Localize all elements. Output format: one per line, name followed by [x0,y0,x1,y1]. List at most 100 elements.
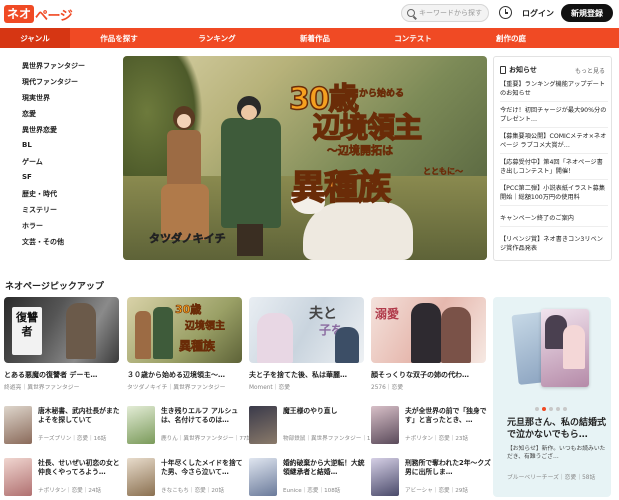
list-item[interactable]: 唐木秘書、武内社長がまたよそを探していて チーズプリン｜恋愛｜16話 [4,406,122,446]
carousel-dots[interactable] [535,407,567,411]
news-item[interactable]: 【重要】ランキング機能アップデートのお知らせ [500,80,608,102]
genre-item[interactable]: 現実世界 [22,93,50,103]
promo-cover [511,309,593,389]
list-title: 十年尽くしたメイドを捨てた男、今さら泣いて… [161,459,243,476]
genre-item[interactable]: 恋愛 [22,109,36,119]
header: ネオ ページ キーワードから探す ログイン 新規登録 [0,0,619,28]
list-thumb [371,406,399,444]
pickup-cover: 夫と 子を [249,297,364,363]
news-panel: お知らせ もっと見る 【重要】ランキング機能アップデートのお知らせ 今だけ！初回… [493,56,612,261]
banner-title-kara: から始める [359,89,405,100]
news-icon [500,66,506,74]
history-icon[interactable] [499,6,512,19]
nav-creation-garden[interactable]: 創作の庭 [462,28,560,48]
list-meta: 鹿りん｜異世界ファンタジー｜77話 [161,436,253,442]
banner-title-big: 異種族 [290,167,392,209]
nav-search-works[interactable]: 作品を探す [70,28,168,48]
pickup-author: 2576｜恋愛 [371,385,404,391]
list-item[interactable]: 婚約破棄から大逆転！大統領継承者と結婚… Eunice｜恋愛｜108話 [249,458,367,498]
pickup-card[interactable]: 復讐者 とある悪魔の復讐者 デーモ… 終遊亮｜異世界ファンタジー [4,297,119,391]
list-meta: Eunice｜恋愛｜108話 [283,488,341,494]
list-item[interactable]: 社長、せいぜい初恋の女と仲良くやってろよう… ナポリタン｜恋愛｜24話 [4,458,122,498]
banner-girl-illustration [161,106,211,246]
list-title: 夫が全世界の前で「独身です」と言ったとき、… [405,407,487,424]
list-thumb [4,458,32,496]
banner-title-tomoni: とともに〜 [423,167,464,177]
login-link[interactable]: ログイン [522,8,554,19]
pickup-card[interactable]: 30歳 辺境領主 異種族 ３０歳から始める辺境領主〜… タツダノキイチ｜異世界フ… [127,297,242,391]
list-thumb [249,406,277,444]
list-meta: 物部鉄鼠｜異世界ファンタジー｜137話 [283,436,384,442]
news-more-link[interactable]: もっと見る [575,66,605,75]
genre-item[interactable]: 異世界ファンタジー [22,61,85,71]
genre-item[interactable]: 歴史・時代 [22,189,57,199]
news-title: お知らせ [509,66,537,74]
list-item[interactable]: 十年尽くしたメイドを捨てた男、今さら泣いて… きなこもち｜恋愛｜20話 [127,458,245,498]
search-icon [407,9,415,17]
pickup-author: Moment｜恋愛 [249,385,291,391]
list-item[interactable]: 魔王様のやり直し 物部鉄鼠｜異世界ファンタジー｜137話 [249,406,383,446]
genre-item[interactable]: 文芸・その他 [22,237,64,247]
news-item[interactable]: キャンペーン終了のご案内 [500,214,608,227]
pickup-title: 顔そっくりな双子の姉の代わ… [371,371,469,379]
nav-genre[interactable]: ジャンル [0,28,70,48]
list-item[interactable]: 夫が全世界の前で「独身です」と言ったとき、… ナポリタン｜恋愛｜23話 [371,406,489,446]
search-box[interactable]: キーワードから探す [401,4,489,22]
genre-item[interactable]: 現代ファンタジー [22,77,78,87]
genre-item[interactable]: ミステリー [22,205,57,215]
banner-author: タツダノキイチ [149,232,226,246]
list-title: 婚約破棄から大逆転！大統領継承者と結婚… [283,459,365,476]
list-meta: チーズプリン｜恋愛｜16話 [38,436,107,442]
list-meta: ナポリタン｜恋愛｜24話 [38,488,102,494]
list-item[interactable]: 生き残りエルフ アルシュは、名付けてるのは… 鹿りん｜異世界ファンタジー｜77話 [127,406,252,446]
list-title: 唐木秘書、武内社長がまたよそを探していて [38,407,120,424]
pickup-author: タツダノキイチ｜異世界ファンタジー [127,385,226,391]
genre-item[interactable]: SF [22,173,32,181]
news-item[interactable]: 【PCC第二弾】小説表紙イラスト募集開始｜総額100万円の使用料 [500,184,608,206]
carousel-dot[interactable] [535,407,539,411]
main-nav: ジャンル 作品を探す ランキング 新着作品 コンテスト 創作の庭 [0,28,619,48]
carousel-dot[interactable] [563,407,567,411]
carousel-dot[interactable] [556,407,560,411]
news-item[interactable]: 【募集要項公開】COMICメテオ×ネオページ ラブコメ大賞が… [500,132,608,154]
logo-text: ページ [35,8,73,24]
list-title: 魔王様のやり直し [283,407,338,415]
pickup-cover: 溺愛 [371,297,486,363]
list-meta: ナポリタン｜恋愛｜23話 [405,436,469,442]
list-thumb [4,406,32,444]
nav-contest[interactable]: コンテスト [364,28,462,48]
list-item[interactable]: 刑務所で奪われた2年〜クズ男に出所しま… アビーシャ｜恋愛｜29話 [371,458,491,498]
search-input[interactable]: キーワードから探す [419,8,482,18]
carousel-dot[interactable] [549,407,553,411]
list-thumb [249,458,277,496]
genre-item[interactable]: BL [22,141,32,149]
pickup-cover: 復讐者 [4,297,119,363]
genre-item[interactable]: ホラー [22,221,43,231]
pickup-title: ３０歳から始める辺境領主〜… [127,371,225,379]
logo-box: ネオ [4,5,35,23]
site-logo[interactable]: ネオ ページ [4,4,73,24]
news-item[interactable]: 【応募受付中】第4回「ネオページ書き出しコンテスト」開催！ [500,158,608,180]
pickup-card[interactable]: 夫と 子を 夫と子を捨てた後、私は華麗… Moment｜恋愛 [249,297,364,391]
hero-banner[interactable]: 30歳 から始める 辺境領主 〜辺境開拓は 異種族 とともに〜 タツダノキイチ [123,56,487,260]
register-button[interactable]: 新規登録 [561,4,613,22]
nav-ranking[interactable]: ランキング [168,28,266,48]
genre-item[interactable]: ゲーム [22,157,43,167]
pickup-card[interactable]: 溺愛 顔そっくりな双子の姉の代わ… 2576｜恋愛 [371,297,486,391]
pickup-title: 夫と子を捨てた後、私は華麗… [249,371,347,379]
list-thumb [127,406,155,444]
pickup-title: とある悪魔の復讐者 デーモ… [4,371,98,379]
pickup-author: 終遊亮｜異世界ファンタジー [4,385,80,391]
news-item[interactable]: 今だけ！初回チャージが最大90%分のプレゼント… [500,106,608,128]
promo-desc: 【お知らせ】新作。いつもお読みいただき、有難うござ… [507,446,606,460]
pickup-section-title: ネオページピックアップ [5,282,104,292]
promo-card[interactable]: 元旦那さん、私の結婚式で泣かないでもら… 【お知らせ】新作。いつもお読みいただき… [493,297,611,497]
nav-new-works[interactable]: 新着作品 [266,28,364,48]
list-thumb [127,458,155,496]
list-title: 社長、せいぜい初恋の女と仲良くやってろよう… [38,459,120,476]
carousel-dot[interactable] [542,407,546,411]
list-thumb [371,458,399,496]
list-meta: きなこもち｜恋愛｜20話 [161,488,225,494]
news-item[interactable]: 【リベンジ賞】ネオ書きコン3リベンジ賞作品発表 [500,235,608,256]
genre-item[interactable]: 異世界恋愛 [22,125,57,135]
